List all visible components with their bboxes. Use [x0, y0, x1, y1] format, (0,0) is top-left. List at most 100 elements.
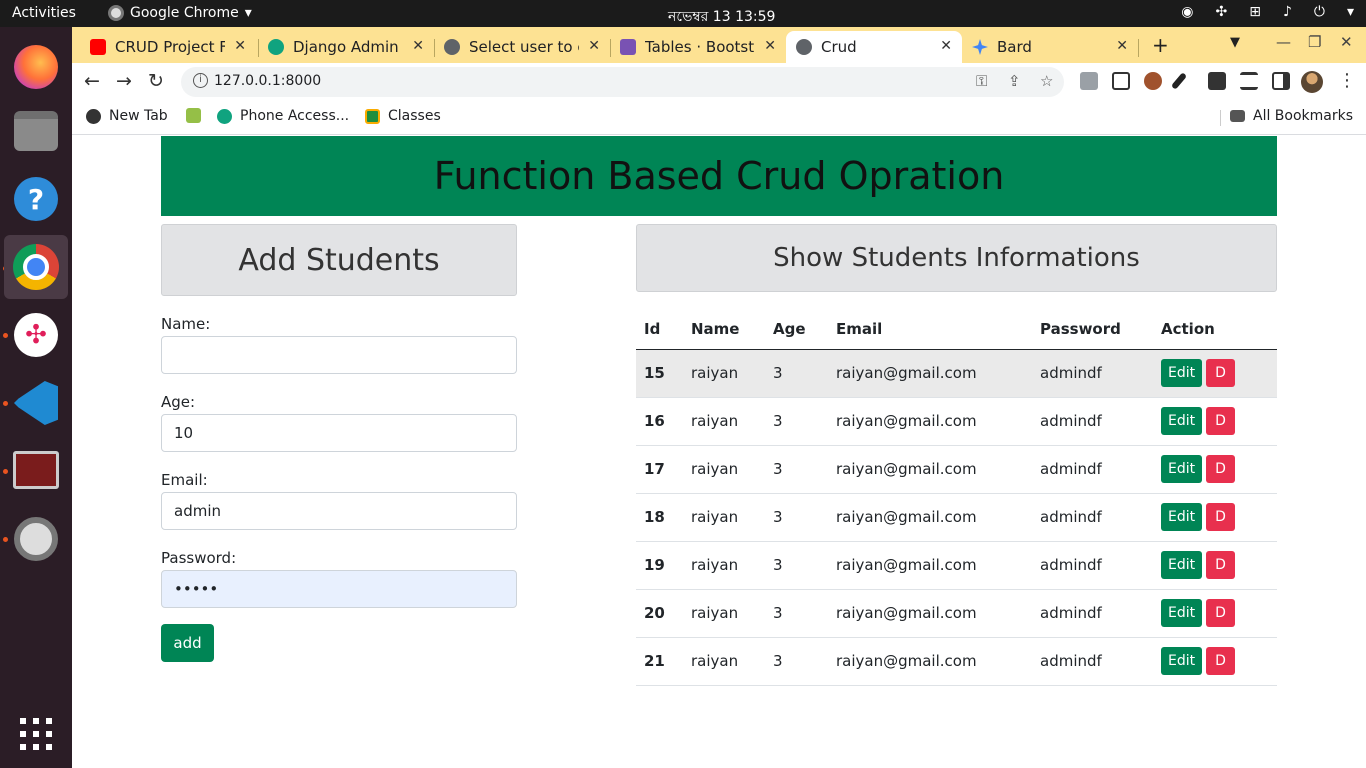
cell-action: Edit D [1153, 445, 1277, 494]
bard-sparkle-icon [972, 39, 988, 55]
password-field[interactable] [161, 570, 517, 608]
edit-button[interactable]: Edit [1161, 647, 1203, 675]
minimize-icon[interactable]: — [1276, 33, 1291, 51]
delete-button[interactable]: D [1206, 359, 1235, 387]
key-icon[interactable]: ⚿ [976, 72, 987, 90]
tab-select-user[interactable]: Select user to ch ✕ [434, 31, 610, 63]
dock-help[interactable]: ? [4, 167, 68, 231]
column-header-age: Age [765, 309, 828, 350]
chatgpt-favicon-icon [268, 39, 284, 55]
clock[interactable]: নভেম্বর 13 13:59 [668, 5, 775, 29]
close-icon[interactable]: ✕ [1116, 38, 1128, 54]
edit-button[interactable]: Edit [1161, 503, 1203, 531]
volume-icon[interactable]: ♪ [1283, 4, 1292, 20]
cell-password: admindf [1032, 349, 1153, 398]
dock-vscode[interactable] [4, 371, 68, 435]
tab-title: Django Admin A [293, 38, 403, 56]
puzzle-extensions-icon[interactable] [1208, 72, 1226, 90]
bookmark-shopify[interactable] [186, 108, 209, 123]
add-button[interactable]: add [161, 624, 214, 662]
extension-icon[interactable] [1080, 72, 1098, 90]
reload-icon[interactable]: ↻ [148, 70, 164, 92]
column-header-action: Action [1153, 309, 1277, 350]
dock-chrome[interactable] [4, 235, 68, 299]
tab-django-admin[interactable]: Django Admin A ✕ [258, 31, 434, 63]
close-icon[interactable]: ✕ [234, 38, 246, 54]
age-field[interactable] [161, 414, 517, 452]
dock-slack[interactable]: ✣ [4, 303, 68, 367]
table-header-row: Id Name Age Email Password Action [636, 309, 1277, 350]
close-icon[interactable]: ✕ [588, 38, 600, 54]
edit-button[interactable]: Edit [1161, 407, 1203, 435]
cell-action: Edit D [1153, 589, 1277, 638]
cell-id: 17 [636, 445, 683, 494]
tab-crud-active[interactable]: Crud ✕ [786, 31, 962, 63]
close-icon[interactable]: ✕ [940, 38, 952, 54]
all-bookmarks[interactable]: All Bookmarks [1230, 108, 1353, 124]
dock-files[interactable] [4, 99, 68, 163]
forward-arrow-icon[interactable]: → [116, 70, 132, 92]
bookmark-new-tab[interactable]: New Tab [86, 108, 168, 124]
restore-icon[interactable]: ❐ [1308, 33, 1321, 51]
cell-name: raiyan [683, 541, 765, 590]
delete-button[interactable]: D [1206, 455, 1235, 483]
cell-age: 3 [765, 397, 828, 446]
cell-name: raiyan [683, 397, 765, 446]
show-apps-icon[interactable] [20, 718, 52, 750]
dock-settings[interactable] [4, 507, 68, 571]
image-extension-icon[interactable] [1112, 72, 1130, 90]
bookmark-classes[interactable]: Classes [365, 108, 441, 124]
edit-button[interactable]: Edit [1161, 599, 1203, 627]
more-menu-icon[interactable]: ⋮ [1338, 70, 1356, 91]
cell-action: Edit D [1153, 349, 1277, 398]
delete-button[interactable]: D [1206, 407, 1235, 435]
column-header-id: Id [636, 309, 683, 350]
students-table: Id Name Age Email Password Action 15 rai… [636, 309, 1277, 686]
delete-button[interactable]: D [1206, 551, 1235, 579]
new-tab-plus-icon[interactable]: + [1152, 33, 1169, 57]
side-panel-icon[interactable] [1272, 72, 1290, 90]
network-icon[interactable]: ⊞ [1249, 4, 1261, 20]
system-tray[interactable]: ◉ ✣ ⊞ ♪ ⏻ ▾ [1181, 4, 1354, 20]
delete-button[interactable]: D [1206, 599, 1235, 627]
delete-button[interactable]: D [1206, 503, 1235, 531]
delete-button[interactable]: D [1206, 647, 1235, 675]
chevron-down-icon[interactable]: ▾ [1347, 4, 1354, 20]
globe-icon [444, 39, 460, 55]
address-bar[interactable]: i 127.0.0.1:8000 ⚿ ⇪ ☆ [181, 67, 1064, 97]
close-icon[interactable]: ✕ [764, 38, 776, 54]
add-students-header: Add Students [161, 224, 517, 296]
site-info-icon[interactable]: i [193, 73, 208, 88]
profile-avatar[interactable] [1301, 71, 1323, 93]
chrome-tray-icon[interactable]: ◉ [1181, 4, 1193, 20]
chatgpt-icon [217, 108, 232, 124]
edit-button[interactable]: Edit [1161, 455, 1203, 483]
cell-action: Edit D [1153, 493, 1277, 542]
edit-button[interactable]: Edit [1161, 551, 1203, 579]
shopify-icon [186, 108, 201, 123]
name-field[interactable] [161, 336, 517, 374]
share-icon[interactable]: ⇪ [1008, 72, 1021, 90]
power-icon[interactable]: ⏻ [1314, 4, 1325, 20]
activities-button[interactable]: Activities [12, 5, 76, 21]
slack-tray-icon[interactable]: ✣ [1215, 4, 1227, 20]
dock-terminal[interactable] [4, 438, 68, 502]
edit-button[interactable]: Edit [1161, 359, 1203, 387]
bookmark-phone-access[interactable]: Phone Access... [217, 108, 349, 124]
tab-bard[interactable]: Bard ✕ [962, 31, 1138, 63]
email-field[interactable] [161, 492, 517, 530]
media-control-icon[interactable] [1240, 72, 1258, 90]
dock-firefox[interactable] [4, 35, 68, 99]
eyedropper-extension-icon[interactable] [1170, 72, 1188, 90]
star-icon[interactable]: ☆ [1040, 72, 1053, 90]
close-window-icon[interactable]: ✕ [1340, 33, 1353, 51]
app-menu[interactable]: Google Chrome ▾ [108, 5, 252, 21]
back-arrow-icon[interactable]: ← [84, 70, 100, 92]
close-icon[interactable]: ✕ [412, 38, 424, 54]
system-top-bar: Activities Google Chrome ▾ নভেম্বর 13 13… [0, 0, 1366, 27]
tab-search-chevron-icon[interactable]: ▼ [1230, 35, 1240, 50]
url-text[interactable]: 127.0.0.1:8000 [214, 73, 321, 89]
cookie-extension-icon[interactable] [1144, 72, 1162, 90]
tab-crud-project[interactable]: CRUD Project Fu ✕ [80, 31, 256, 63]
tab-bootstrap-tables[interactable]: Tables · Bootstr ✕ [610, 31, 786, 63]
